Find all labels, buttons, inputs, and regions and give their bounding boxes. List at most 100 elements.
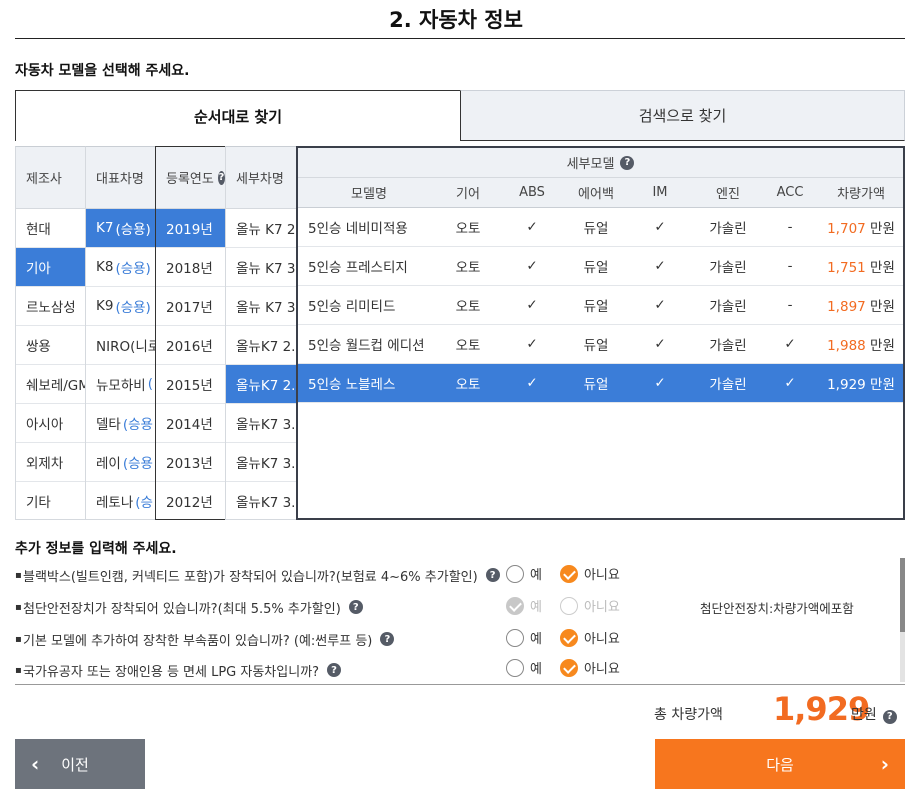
- radio-no-checked[interactable]: [559, 564, 578, 583]
- header-airbag: 에어백: [578, 187, 614, 202]
- trim-item[interactable]: 올뉴K7 3.0: [226, 404, 297, 443]
- radio-yes[interactable]: [506, 628, 524, 647]
- row-price: 1,897 만원: [820, 295, 902, 315]
- help-icon[interactable]: ?: [380, 632, 395, 646]
- row-gear: 오토: [455, 377, 481, 393]
- help-icon[interactable]: ?: [217, 170, 225, 185]
- model-item-selected[interactable]: K7 (승용): [86, 209, 155, 248]
- safety-device-options: 예 아니요: [506, 596, 620, 615]
- price-value: 1,897: [827, 299, 866, 315]
- year-item-selected[interactable]: 2019년: [156, 209, 225, 248]
- total-price-label: 총 차량가액: [654, 707, 723, 723]
- model-item[interactable]: 델타 (승용: [86, 404, 155, 443]
- header-gear: 기어: [456, 187, 480, 202]
- radio-yes[interactable]: [506, 658, 524, 677]
- question-text: 국가유공자 또는 장애인용 등 면세 LPG 자동차입니까?: [23, 664, 320, 680]
- radio-no-checked[interactable]: [559, 628, 578, 647]
- next-button[interactable]: 다음 ›: [655, 739, 905, 789]
- scrollbar-thumb[interactable]: [900, 558, 905, 632]
- detail-row[interactable]: 5인승 월드컵 에디션 오토 ✓ 듀얼 ✓ 가솔린 ✓ 1,988 만원: [298, 325, 903, 364]
- model-type: (승용): [115, 300, 151, 316]
- model-name: 뉴모하비: [96, 378, 146, 394]
- row-engine: 가솔린: [709, 299, 747, 315]
- price-unit: 만원: [870, 338, 895, 354]
- check-icon: ✓: [526, 336, 538, 352]
- question-text: 기본 모델에 추가하여 장착한 부속품이 있습니까? (예:썬루프 등): [23, 633, 373, 649]
- year-item[interactable]: 2016년: [156, 326, 225, 365]
- trim-item-selected[interactable]: 올뉴K7 2.4: [226, 365, 297, 404]
- row-engine: 가솔린: [709, 377, 747, 393]
- help-icon[interactable]: ?: [485, 568, 500, 582]
- help-icon[interactable]: ?: [327, 663, 342, 677]
- model-item[interactable]: 레이 (승용: [86, 443, 155, 482]
- question-accessories: ▪ 기본 모델에 추가하여 장착한 부속품이 있습니까? (예:썬루프 등) ?: [15, 628, 395, 650]
- help-icon[interactable]: ?: [348, 600, 363, 614]
- detail-row[interactable]: 5인승 네비미적용 오토 ✓ 듀얼 ✓ 가솔린 - 1,707 만원: [298, 208, 903, 247]
- row-model-name: 5인승 프레스티지: [308, 260, 408, 276]
- trim-item[interactable]: 올뉴 K7 3.: [226, 287, 297, 326]
- year-item[interactable]: 2018년: [156, 248, 225, 287]
- year-item[interactable]: 2015년: [156, 365, 225, 404]
- manufacturer-item[interactable]: 기타: [16, 482, 85, 519]
- model-type: (승용: [122, 417, 153, 433]
- bullet-icon: ▪: [15, 664, 22, 676]
- manufacturer-item-selected[interactable]: 기아: [16, 248, 85, 287]
- model-item[interactable]: 뉴모하비(: [86, 365, 155, 404]
- question-blackbox: ▪ 블랙박스(빌트인캠, 커넥티드 포함)가 장착되어 있습니까?(보험료 4~…: [15, 564, 500, 586]
- row-price: 1,988 만원: [820, 334, 902, 354]
- trim-item[interactable]: 올뉴K7 3.0: [226, 443, 297, 482]
- row-acc: -: [787, 219, 793, 235]
- year-item[interactable]: 2017년: [156, 287, 225, 326]
- manufacturer-item[interactable]: 현대: [16, 209, 85, 248]
- question-lpg: ▪ 국가유공자 또는 장애인용 등 면세 LPG 자동차입니까? ?: [15, 659, 342, 681]
- model-item[interactable]: K8 (승용): [86, 248, 155, 287]
- radio-yes-label: 예: [530, 662, 542, 677]
- help-icon[interactable]: ?: [882, 709, 897, 724]
- model-item[interactable]: 레토나 (승: [86, 482, 155, 519]
- detail-row[interactable]: 5인승 프레스티지 오토 ✓ 듀얼 ✓ 가솔린 - 1,751 만원: [298, 247, 903, 286]
- tab-keyword-search[interactable]: 검색으로 찾기: [460, 90, 905, 141]
- help-icon[interactable]: ?: [620, 155, 635, 170]
- radio-yes-disabled-checked: [506, 596, 524, 615]
- total-price-unit: 만원?: [851, 704, 897, 724]
- total-unit-label: 만원: [851, 707, 877, 723]
- manufacturer-item[interactable]: 쌍용: [16, 326, 85, 365]
- year-column: 등록연도? 2019년 2018년 2017년 2016년 2015년 2014…: [155, 146, 226, 520]
- detail-title-label: 세부모델: [566, 157, 615, 172]
- price-unit: 만원: [870, 260, 895, 276]
- manufacturer-item[interactable]: 르노삼성: [16, 287, 85, 326]
- trim-item[interactable]: 올뉴 K7 3.: [226, 248, 297, 287]
- chevron-left-icon: ‹: [31, 752, 40, 776]
- radio-no-checked[interactable]: [559, 658, 578, 677]
- check-icon: ✓: [654, 219, 666, 235]
- radio-yes[interactable]: [506, 564, 524, 583]
- row-price: 1,751 만원: [820, 256, 902, 276]
- prev-button[interactable]: ‹ 이전: [15, 739, 145, 789]
- year-item[interactable]: 2013년: [156, 443, 225, 482]
- year-item[interactable]: 2014년: [156, 404, 225, 443]
- manufacturer-header: 제조사: [16, 147, 85, 209]
- detail-row[interactable]: 5인승 리미티드 오토 ✓ 듀얼 ✓ 가솔린 - 1,897 만원: [298, 286, 903, 325]
- chevron-right-icon: ›: [880, 752, 889, 776]
- model-item[interactable]: K9 (승용): [86, 287, 155, 326]
- price-value: 1,751: [827, 260, 866, 276]
- row-acc: -: [787, 297, 793, 313]
- model-item[interactable]: NIRO(니로: [86, 326, 155, 365]
- manufacturer-item[interactable]: 아시아: [16, 404, 85, 443]
- detail-row-selected[interactable]: 5인승 노블레스 오토 ✓ 듀얼 ✓ 가솔린 ✓ 1,929 만원: [298, 364, 903, 403]
- check-icon: ✓: [654, 297, 666, 313]
- price-value: 1,929: [827, 377, 866, 393]
- trim-item[interactable]: 올뉴K7 2.: [226, 326, 297, 365]
- year-item[interactable]: 2012년: [156, 482, 225, 519]
- row-price: 1,707 만원: [820, 217, 902, 237]
- tab-sequential-search[interactable]: 순서대로 찾기: [15, 90, 461, 141]
- row-engine: 가솔린: [709, 338, 747, 354]
- manufacturer-item[interactable]: 쉐보레/GM: [16, 365, 85, 404]
- trim-item[interactable]: 올뉴K7 3.2: [226, 482, 297, 519]
- header-im: IM: [652, 185, 668, 200]
- row-model-name: 5인승 노블레스: [308, 377, 396, 393]
- check-icon: ✓: [526, 219, 538, 235]
- trim-item[interactable]: 올뉴 K7 2.: [226, 209, 297, 248]
- manufacturer-item[interactable]: 외제차: [16, 443, 85, 482]
- model-name: K7: [96, 220, 114, 236]
